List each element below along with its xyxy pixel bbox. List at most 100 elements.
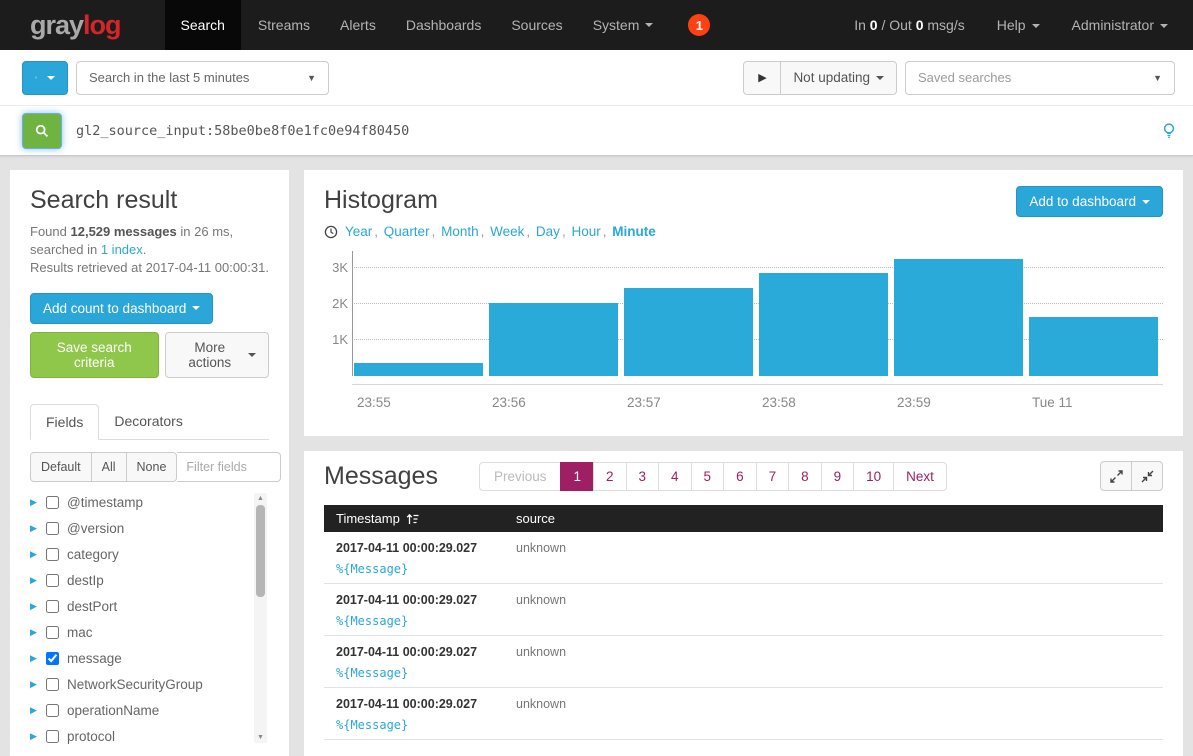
nav-item-search[interactable]: Search (165, 0, 241, 50)
add-to-dashboard-button[interactable]: Add to dashboard (1016, 186, 1163, 217)
tab-fields[interactable]: Fields (30, 404, 99, 440)
pagination-page-8[interactable]: 8 (788, 462, 822, 491)
field-expand-icon[interactable]: ▶ (30, 731, 38, 742)
resolution-minute[interactable]: Minute (612, 224, 656, 239)
field-checkbox-category[interactable] (46, 548, 59, 561)
histogram-bar-23:57[interactable] (624, 288, 753, 376)
scrollbar-thumb[interactable] (256, 505, 265, 597)
pagination-page-1[interactable]: 1 (560, 462, 594, 491)
more-actions-button[interactable]: More actions (165, 332, 269, 378)
nav-item-streams[interactable]: Streams (245, 0, 323, 50)
chevron-down-icon (1032, 24, 1040, 28)
field-list-scrollbar[interactable]: ▲ ▼ (254, 493, 267, 743)
nav-item-sources[interactable]: Sources (498, 0, 575, 50)
pagination-page-4[interactable]: 4 (658, 462, 692, 491)
add-count-to-dashboard-button[interactable]: Add count to dashboard (30, 293, 213, 324)
histogram-bar-23:58[interactable] (759, 273, 888, 376)
field-expand-icon[interactable]: ▶ (30, 497, 38, 508)
pagination-page-6[interactable]: 6 (723, 462, 757, 491)
resolution-month[interactable]: Month (441, 224, 479, 239)
clock-icon (324, 225, 338, 239)
index-link[interactable]: 1 index (101, 242, 143, 257)
histogram-panel: Histogram Add to dashboard Year, Quarter… (304, 170, 1183, 436)
scroll-down-icon[interactable]: ▼ (254, 732, 267, 743)
tab-decorators[interactable]: Decorators (99, 404, 197, 440)
query-input[interactable]: gl2_source_input:58be0be8f0e1fc0e94f8045… (76, 123, 1149, 139)
graylog-logo[interactable]: graylog (30, 10, 121, 41)
resolution-hour[interactable]: Hour (571, 224, 600, 239)
field-checkbox-message[interactable] (46, 652, 59, 665)
fields-default-button[interactable]: Default (30, 452, 92, 482)
comma: , (374, 224, 382, 239)
pagination-page-10[interactable]: 10 (853, 462, 894, 491)
saved-searches-select[interactable]: Saved searches ▼ (905, 61, 1175, 95)
pagination-page-9[interactable]: 9 (821, 462, 855, 491)
filter-fields-input[interactable] (177, 452, 281, 482)
field-checkbox-destPort[interactable] (46, 600, 59, 613)
expand-button[interactable] (1100, 461, 1132, 491)
timerange-row: Search in the last 5 minutes ▼ ▶ Not upd… (0, 50, 1193, 106)
scroll-up-icon[interactable]: ▲ (254, 493, 267, 504)
field-expand-icon[interactable]: ▶ (30, 575, 38, 586)
collapse-button[interactable] (1131, 461, 1163, 491)
pagination-page-3[interactable]: 3 (626, 462, 660, 491)
update-frequency-button[interactable]: Not updating (780, 61, 897, 95)
pagination-page-2[interactable]: 2 (593, 462, 627, 491)
field-expand-icon[interactable]: ▶ (30, 653, 38, 664)
message-row[interactable]: 2017-04-11 00:00:29.027unknown%{Message} (324, 636, 1163, 688)
field-checkbox-operationName[interactable] (46, 704, 59, 717)
pagination-page-7[interactable]: 7 (756, 462, 790, 491)
fields-all-button[interactable]: All (91, 452, 127, 482)
histogram-bar-23:56[interactable] (489, 303, 618, 376)
save-search-criteria-button[interactable]: Save search criteria (30, 332, 159, 378)
message-row[interactable]: 2017-04-11 00:00:29.027unknown%{Message} (324, 532, 1163, 584)
source-column-header[interactable]: source (516, 511, 555, 526)
field-checkbox-@version[interactable] (46, 522, 59, 535)
notification-badge[interactable]: 1 (688, 14, 710, 36)
pagination-next[interactable]: Next (893, 462, 947, 491)
field-expand-icon[interactable]: ▶ (30, 523, 38, 534)
message-row[interactable]: 2017-04-11 00:00:29.027unknown%{Message} (324, 584, 1163, 636)
histogram-bar-23:59[interactable] (894, 259, 1023, 376)
field-checkbox-protocol[interactable] (46, 730, 59, 743)
field-checkbox-NetworkSecurityGroup[interactable] (46, 678, 59, 691)
nav-item-system[interactable]: System (580, 0, 667, 50)
field-expand-icon[interactable]: ▶ (30, 627, 38, 638)
pagination-previous[interactable]: Previous (479, 462, 562, 491)
timerange-value: Search in the last 5 minutes (89, 70, 249, 85)
resolution-quarter[interactable]: Quarter (384, 224, 430, 239)
message-row[interactable]: 2017-04-11 00:00:29.027unknown%{Message} (324, 688, 1163, 740)
timestamp-column-header[interactable]: Timestamp (336, 511, 400, 526)
lightbulb-icon[interactable] (1163, 123, 1175, 139)
messages-tools (1100, 461, 1163, 491)
help-menu[interactable]: Help (997, 17, 1040, 33)
sort-icon[interactable] (406, 513, 419, 525)
histogram-bar-23:55[interactable] (354, 363, 483, 376)
nav-item-dashboards[interactable]: Dashboards (393, 0, 495, 50)
pagination-page-5[interactable]: 5 (691, 462, 725, 491)
fields-none-button[interactable]: None (126, 452, 178, 482)
resolution-day[interactable]: Day (536, 224, 560, 239)
field-checkbox-mac[interactable] (46, 626, 59, 639)
field-checkbox-@timestamp[interactable] (46, 496, 59, 509)
user-menu[interactable]: Administrator (1072, 17, 1168, 33)
histogram-plot (352, 251, 1163, 376)
field-checkbox-destIp[interactable] (46, 574, 59, 587)
field-expand-icon[interactable]: ▶ (30, 705, 38, 716)
timerange-type-button[interactable] (22, 61, 68, 95)
summary-dot: . (143, 242, 147, 257)
search-button[interactable] (22, 113, 62, 149)
chevron-down-icon (1160, 24, 1168, 28)
resolution-year[interactable]: Year (345, 224, 372, 239)
field-expand-icon[interactable]: ▶ (30, 679, 38, 690)
resolution-week[interactable]: Week (490, 224, 524, 239)
query-row: gl2_source_input:58be0be8f0e1fc0e94f8045… (0, 106, 1193, 149)
play-button[interactable]: ▶ (743, 61, 781, 95)
field-expand-icon[interactable]: ▶ (30, 601, 38, 612)
nav-item-alerts[interactable]: Alerts (327, 0, 389, 50)
y-tick-label: 1K (324, 332, 348, 347)
timerange-select[interactable]: Search in the last 5 minutes ▼ (76, 61, 329, 95)
x-axis-line (352, 384, 1163, 385)
histogram-bar-Tue 11[interactable] (1029, 317, 1158, 376)
field-expand-icon[interactable]: ▶ (30, 549, 38, 560)
